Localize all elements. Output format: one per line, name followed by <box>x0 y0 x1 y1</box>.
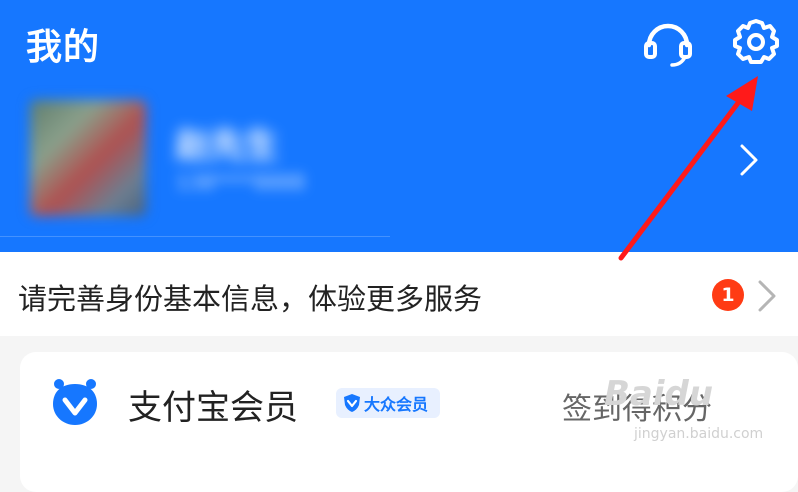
avatar[interactable] <box>30 100 146 216</box>
member-level-label: 大众会员 <box>364 395 429 414</box>
notification-badge: 1 <box>712 279 744 311</box>
account-id: 138****8888 <box>176 170 306 194</box>
banner-chevron[interactable] <box>754 276 780 320</box>
banner-text: 请完善身份基本信息，体验更多服务 <box>18 282 483 316</box>
settings-button[interactable] <box>728 14 784 70</box>
profile-header: 我的 赵先生 138****8888 <box>0 0 798 252</box>
header-divider <box>0 236 390 237</box>
shield-v-icon <box>344 394 360 412</box>
member-logo <box>50 376 100 432</box>
customer-service-button[interactable] <box>640 14 696 70</box>
chevron-right-icon <box>758 280 776 312</box>
member-level-tag[interactable]: 大众会员 <box>336 388 441 418</box>
headset-icon <box>644 23 692 67</box>
member-logo-icon <box>53 379 97 425</box>
profile-chevron[interactable] <box>736 140 762 184</box>
username: 赵先生 <box>176 126 278 166</box>
gear-icon <box>733 19 779 64</box>
watermark: Baidu <box>604 374 714 414</box>
watermark-url: jingyan.baidu.com <box>634 426 764 442</box>
member-title: 支付宝会员 <box>128 388 298 428</box>
member-card[interactable]: 支付宝会员 大众会员 签到得积分 <box>20 352 798 492</box>
page-title: 我的 <box>26 27 101 68</box>
profile-completion-banner[interactable]: 请完善身份基本信息，体验更多服务 1 <box>0 252 798 336</box>
chevron-right-icon <box>740 144 758 176</box>
